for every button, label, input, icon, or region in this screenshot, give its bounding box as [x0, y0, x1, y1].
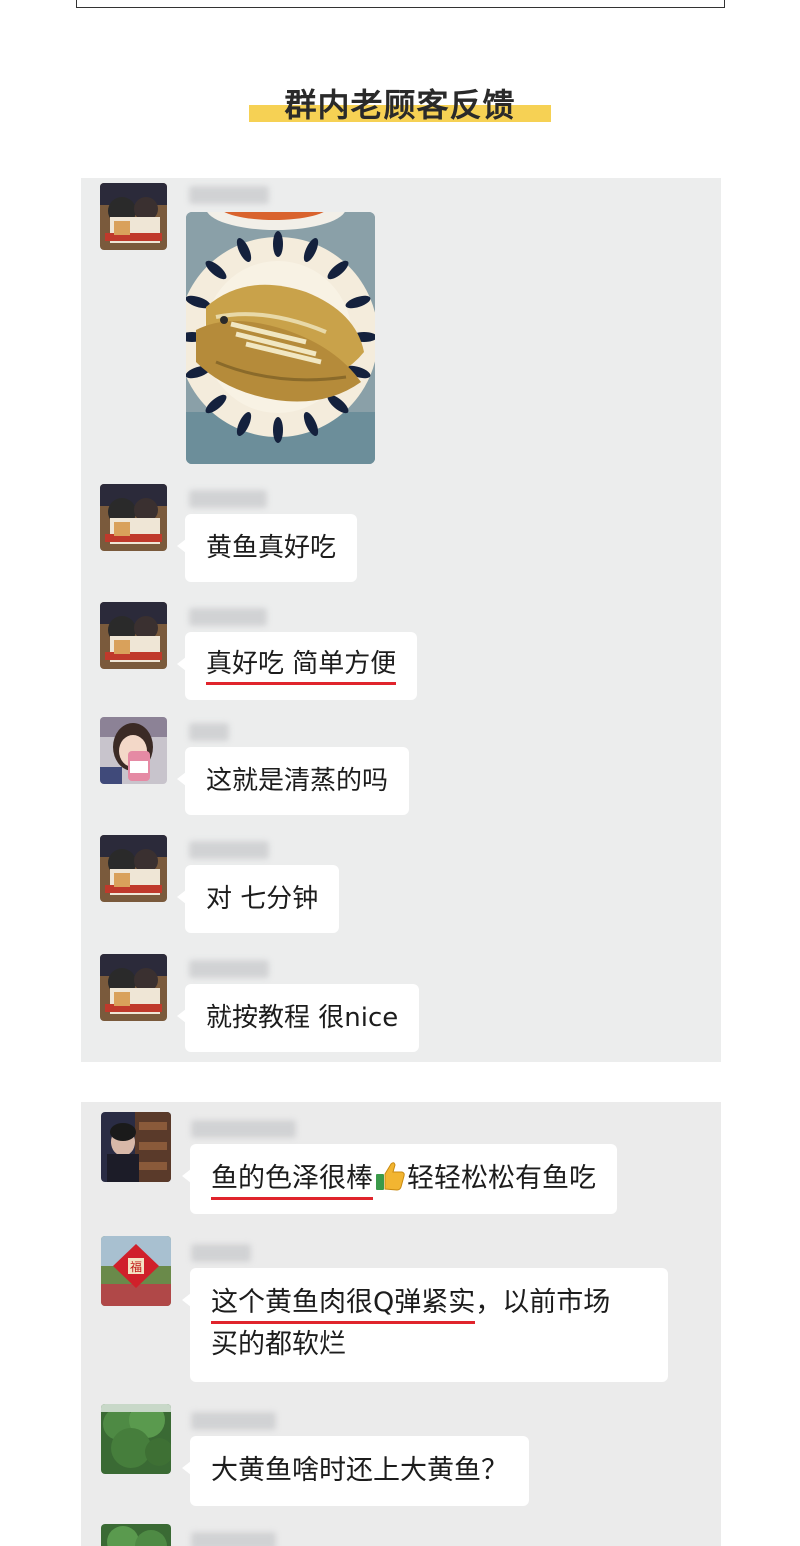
avatar: [101, 1112, 171, 1182]
avatar: [100, 954, 167, 1021]
sender-name-blurred: [189, 608, 267, 626]
message-text-underlined: 这个黄鱼肉很Q弹紧实: [211, 1287, 476, 1324]
message-text: 黄鱼真好吃: [206, 533, 337, 563]
avatar: [100, 717, 167, 784]
thumbs-up-icon: [376, 1162, 405, 1191]
svg-text:福: 福: [130, 1259, 142, 1274]
avatar: 福: [101, 1236, 171, 1306]
avatar: [100, 835, 167, 902]
message-text-underlined: 真好吃 简单方便: [206, 649, 397, 685]
message-bubble[interactable]: 对 七分钟: [176, 865, 340, 933]
message-bubble[interactable]: 黄鱼真好吃: [176, 514, 358, 582]
chat-screenshot-2: 鱼的色泽很棒 轻轻松松有鱼吃 福 这个黄鱼肉很Q弹紧实，以前市场 买的都软烂 大…: [81, 1102, 721, 1546]
message-text: ，以前市场: [475, 1287, 611, 1318]
chat-screenshot-1: 黄鱼真好吃 真好吃 简单方便 这就是清蒸的吗 对 七分钟 就按教程 很nice: [81, 178, 721, 1062]
message-text: 就按教程 很nice: [206, 1003, 399, 1033]
avatar: [101, 1404, 171, 1474]
sender-name-blurred: [191, 1532, 276, 1546]
sender-name-blurred: [189, 490, 267, 508]
message-text-line2: 买的都软烂: [211, 1329, 346, 1360]
avatar: [100, 602, 167, 669]
sender-name-blurred: [189, 186, 269, 204]
sender-name-blurred: [189, 723, 229, 741]
message-text: 对 七分钟: [206, 884, 319, 914]
message-bubble[interactable]: 这个黄鱼肉很Q弹紧实，以前市场 买的都软烂: [182, 1268, 668, 1382]
avatar: [100, 183, 167, 250]
section-heading: 群内老顾客反馈: [0, 80, 800, 130]
message-bubble[interactable]: 就按教程 很nice: [176, 984, 420, 1052]
food-photo[interactable]: [186, 212, 375, 464]
message-bubble[interactable]: 鱼的色泽很棒 轻轻松松有鱼吃: [182, 1144, 617, 1214]
message-text: 轻轻松松有鱼吃: [407, 1163, 596, 1194]
message-bubble[interactable]: 这就是清蒸的吗: [176, 747, 410, 815]
top-frame: [76, 0, 725, 8]
heading-title: 群内老顾客反馈: [284, 86, 516, 124]
sender-name-blurred: [191, 1412, 276, 1430]
message-text: 这就是清蒸的吗: [206, 766, 389, 796]
message-bubble[interactable]: 大黄鱼啥时还上大黄鱼？: [182, 1436, 529, 1506]
sender-name-blurred: [191, 1244, 251, 1262]
message-text: 大黄鱼啥时还上大黄鱼？: [211, 1455, 508, 1486]
avatar: [100, 484, 167, 551]
sender-name-blurred: [191, 1120, 296, 1138]
avatar: [101, 1524, 171, 1546]
message-text-underlined: 鱼的色泽很棒: [211, 1163, 373, 1200]
message-bubble[interactable]: 真好吃 简单方便: [176, 632, 418, 700]
sender-name-blurred: [189, 960, 269, 978]
sender-name-blurred: [189, 841, 269, 859]
